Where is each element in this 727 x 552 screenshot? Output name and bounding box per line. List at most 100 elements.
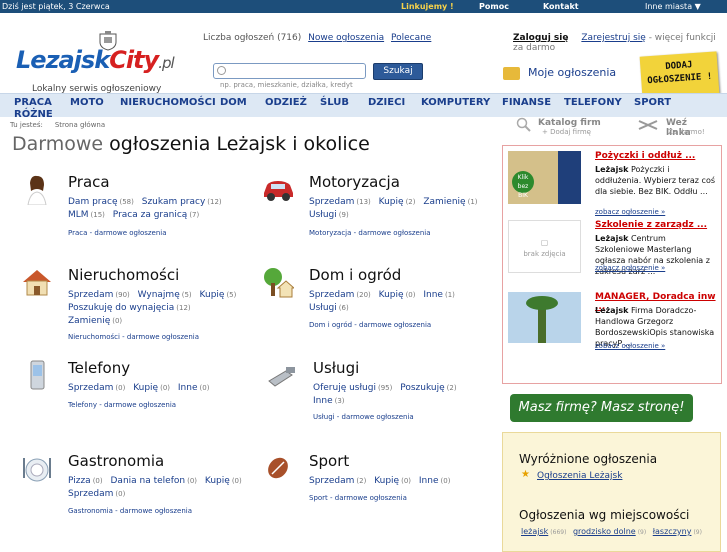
category-footer[interactable]: Praca - darmowe ogłoszenia [68, 229, 167, 237]
cat-link[interactable]: Inne [178, 383, 198, 393]
nav-rozne[interactable]: RÓŻNE [14, 109, 53, 120]
add-ad-button[interactable]: DODAJ OGŁOSZENIE ! [639, 51, 720, 99]
promo-banner[interactable]: Masz firmę? Masz stronę! [510, 394, 693, 422]
ads-count: Liczba ogłoszeń (716) [203, 33, 302, 43]
nav-odziez[interactable]: ODZIEŻ [265, 97, 307, 108]
cat-link[interactable]: Kupię [205, 476, 230, 486]
cat-link[interactable]: Praca za granicą [113, 210, 188, 220]
my-ads-link[interactable]: Moje ogłoszenia [503, 66, 616, 80]
cat-link[interactable]: MLM [68, 210, 89, 220]
link-exchange-sub[interactable]: Za darmo! [668, 128, 705, 136]
place-link[interactable]: grodzisko dolne [573, 527, 636, 536]
ad-title[interactable]: Szkolenie z zarządz ... [595, 220, 707, 230]
nav-nieruchomosci[interactable]: NIERUCHOMOŚCI [120, 97, 216, 108]
side-ad[interactable]: Klik bez BIK Pożyczki i oddłuż ... Leżaj… [508, 151, 718, 221]
cat-link[interactable]: Sprzedam [309, 197, 354, 207]
cat-link[interactable]: Inne [423, 290, 443, 300]
ad-image[interactable] [508, 292, 581, 343]
cat-count: (0) [187, 477, 198, 485]
nav-praca[interactable]: PRACA [14, 97, 52, 108]
recommended-link[interactable]: Polecane [391, 33, 431, 43]
side-ad[interactable]: ▢ brak zdjęcia Szkolenie z zarządz ... L… [508, 220, 718, 290]
cat-link[interactable]: Wynajmę [138, 290, 180, 300]
cat-link[interactable]: Dania na telefon [111, 476, 186, 486]
stats: Liczba ogłoszeń (716) Nowe ogłoszenia Po… [203, 33, 431, 43]
cat-link[interactable]: Sprzedam [309, 290, 354, 300]
catalog-sub[interactable]: + Dodaj firmę [542, 128, 591, 136]
cat-link[interactable]: Zamienię [68, 316, 110, 326]
category-title[interactable]: Motoryzacja [309, 173, 400, 191]
login-link[interactable]: Zaloguj się [513, 33, 568, 43]
nav-slub[interactable]: ŚLUB [320, 97, 349, 108]
nav-moto[interactable]: MOTO [70, 97, 104, 108]
new-ads-link[interactable]: Nowe ogłoszenia [308, 33, 384, 43]
category-title[interactable]: Praca [68, 173, 110, 191]
place-link[interactable]: leżajsk [521, 527, 548, 536]
cat-link[interactable]: Oferuję usługi [313, 383, 376, 393]
cat-link[interactable]: Pizza [68, 476, 91, 486]
header: LezajskCity.pl Lokalny serwis ogłoszenio… [0, 13, 727, 99]
cat-link[interactable]: Szukam pracy [142, 197, 206, 207]
cat-link[interactable]: Kupię [200, 290, 225, 300]
breadcrumb-label: Tu jesteś: [10, 121, 43, 129]
cat-link[interactable]: Dam pracę [68, 197, 118, 207]
cat-link[interactable]: Usługi [309, 303, 337, 313]
cat-count: (0) [160, 384, 171, 392]
side-ad[interactable]: MANAGER, Doradca inw ... Leżajsk Firma D… [508, 292, 718, 362]
city-select[interactable]: Inne miasta ▼ [645, 2, 701, 11]
logo[interactable]: LezajskCity.pl Lokalny serwis ogłoszenio… [14, 31, 175, 94]
search-button[interactable]: Szukaj [373, 63, 423, 80]
ad-more-link[interactable]: zobacz ogłoszenie » [595, 264, 665, 272]
category-footer[interactable]: Usługi - darmowe ogłoszenia [313, 413, 414, 421]
featured-box: Wyróżnione ogłoszenia ★ Ogłoszenia Leżaj… [502, 432, 721, 552]
category-footer[interactable]: Dom i ogród - darmowe ogłoszenia [309, 321, 431, 329]
cat-link[interactable]: Sprzedam [68, 383, 113, 393]
cat-link[interactable]: Poszukuję do wynajęcia [68, 303, 174, 313]
category-footer[interactable]: Sport - darmowe ogłoszenia [309, 494, 407, 502]
category-title[interactable]: Nieruchomości [68, 266, 179, 284]
cat-link[interactable]: Kupię [374, 476, 399, 486]
place-link[interactable]: łaszczyny [653, 527, 692, 536]
breadcrumb-current[interactable]: Strona główna [55, 121, 105, 129]
category-links: Sprzedam (13) Kupię (2) Zamienię (1) Usługi… [309, 196, 494, 222]
cat-link[interactable]: Kupię [133, 383, 158, 393]
nav-sport[interactable]: SPORT [634, 97, 671, 108]
link-linkujemy[interactable]: Linkujemy ! [401, 2, 454, 11]
category-title[interactable]: Usługi [313, 359, 359, 377]
cat-link[interactable]: Sprzedam [309, 476, 354, 486]
nav-finanse[interactable]: FINANSE [502, 97, 551, 108]
cat-link[interactable]: Sprzedam [68, 489, 113, 499]
category-title[interactable]: Gastronomia [68, 452, 164, 470]
cat-link[interactable]: Kupię [379, 290, 404, 300]
cat-link[interactable]: Inne [313, 396, 333, 406]
ad-title[interactable]: Pożyczki i oddłuż ... [595, 151, 695, 161]
places-list: leżajsk (669) grodzisko dolne (9) łaszczyn… [521, 527, 721, 536]
nav-dom[interactable]: DOM [220, 97, 247, 108]
category-footer[interactable]: Motoryzacja - darmowe ogłoszenia [309, 229, 431, 237]
nav-komputery[interactable]: KOMPUTERY [421, 97, 490, 108]
ad-image[interactable]: Klik bez BIK [508, 151, 581, 204]
category-title[interactable]: Telefony [68, 359, 130, 377]
cat-link[interactable]: Inne [419, 476, 439, 486]
category-title[interactable]: Sport [309, 452, 349, 470]
ad-more-link[interactable]: zobacz ogłoszenie » [595, 208, 665, 216]
ad-image-placeholder[interactable]: ▢ brak zdjęcia [508, 220, 581, 273]
nav-telefony[interactable]: TELEFONY [564, 97, 622, 108]
cat-link[interactable]: Poszukuję [400, 383, 444, 393]
cat-link[interactable]: Zamienię [423, 197, 465, 207]
category-footer[interactable]: Nieruchomości - darmowe ogłoszenia [68, 333, 199, 341]
category-footer[interactable]: Gastronomia - darmowe ogłoszenia [68, 507, 192, 515]
category-title[interactable]: Dom i ogród [309, 266, 401, 284]
catalog-link[interactable]: Katalog firm [538, 118, 601, 128]
register-link[interactable]: Zarejestruj się [581, 33, 645, 43]
search-input[interactable] [213, 63, 366, 79]
category-footer[interactable]: Telefony - darmowe ogłoszenia [68, 401, 176, 409]
link-help[interactable]: Pomoc [479, 2, 509, 11]
cat-link[interactable]: Kupię [379, 197, 404, 207]
nav-dzieci[interactable]: DZIECI [368, 97, 405, 108]
ad-more-link[interactable]: zobacz ogłoszenie » [595, 342, 665, 350]
featured-link[interactable]: Ogłoszenia Leżajsk [537, 471, 622, 481]
link-contact[interactable]: Kontakt [543, 2, 579, 11]
cat-link[interactable]: Sprzedam [68, 290, 113, 300]
cat-link[interactable]: Usługi [309, 210, 337, 220]
